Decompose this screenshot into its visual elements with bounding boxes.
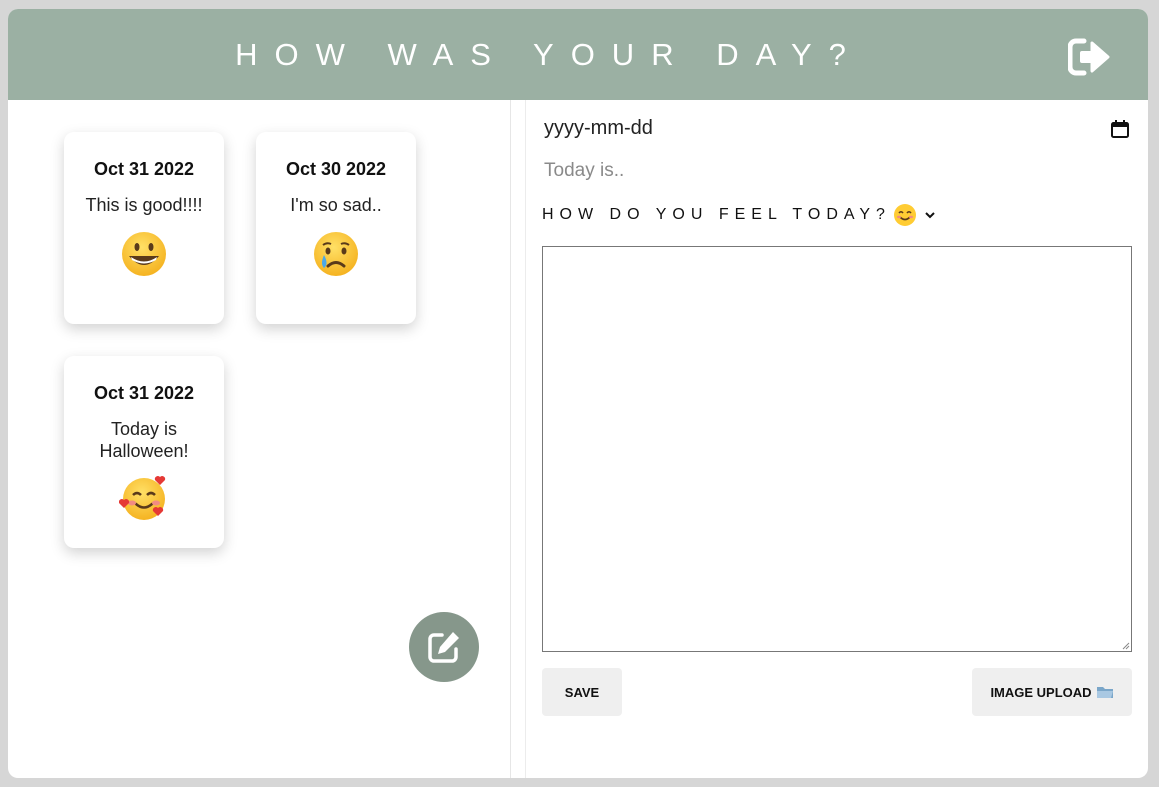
- diary-editor: yyyy-mm-dd Today is.. HOW DO YOU FEEL TO…: [526, 100, 1148, 778]
- card-text: This is good!!!!: [85, 195, 203, 215]
- page-title: HOW WAS YOUR DAY?: [235, 37, 863, 72]
- image-upload-label: IMAGE UPLOAD: [990, 684, 1092, 700]
- diary-card[interactable]: Oct 31 2022 This is good!!!!: [64, 132, 224, 324]
- calendar-icon[interactable]: [1110, 119, 1130, 139]
- edit-icon: [428, 632, 459, 663]
- card-date: Oct 31 2022: [93, 383, 195, 403]
- new-entry-button[interactable]: [409, 612, 479, 682]
- folder-icon: [1096, 687, 1113, 698]
- smiling-face-with-hearts-icon: [119, 476, 166, 520]
- date-input[interactable]: yyyy-mm-dd: [544, 112, 1132, 144]
- diary-list: Oct 31 2022 This is good!!!! Oct 30 2022…: [8, 100, 511, 778]
- card-date: Oct 30 2022: [285, 159, 387, 179]
- title-input[interactable]: Today is..: [544, 158, 1132, 184]
- card-text: Today is Halloween!: [99, 419, 189, 461]
- grinning-face-icon: [122, 232, 166, 276]
- logout-icon[interactable]: [1067, 37, 1112, 77]
- image-upload-button[interactable]: IMAGE UPLOAD: [972, 668, 1132, 716]
- app-window: HOW WAS YOUR DAY? Oct 31 2022 This is go…: [8, 9, 1148, 778]
- diary-card[interactable]: Oct 31 2022 Today is Halloween!: [64, 356, 224, 548]
- chevron-down-icon: [925, 212, 935, 219]
- resize-handle-icon[interactable]: [1120, 640, 1130, 650]
- diary-textarea[interactable]: [542, 246, 1132, 652]
- card-date: Oct 31 2022: [93, 159, 195, 179]
- smiling-face-icon: [893, 204, 916, 226]
- diary-card[interactable]: Oct 30 2022 I'm so sad..: [256, 132, 416, 324]
- crying-face-icon: [314, 232, 358, 276]
- mood-select[interactable]: HOW DO YOU FEEL TODAY?: [542, 200, 937, 230]
- mood-label: HOW DO YOU FEEL TODAY?: [542, 206, 891, 223]
- card-text: I'm so sad..: [290, 195, 382, 215]
- app-header: HOW WAS YOUR DAY?: [8, 9, 1148, 100]
- save-button[interactable]: SAVE: [542, 668, 622, 716]
